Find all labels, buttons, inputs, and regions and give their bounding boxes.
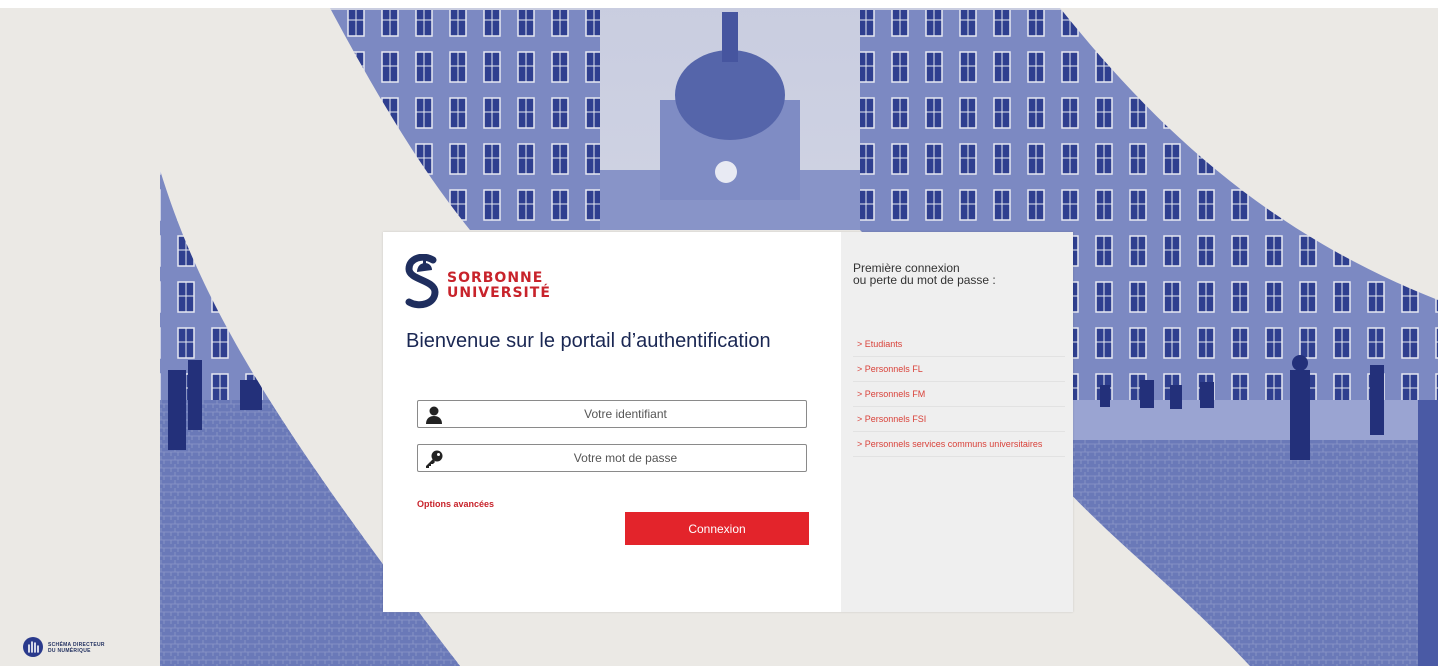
page-title: Bienvenue sur le portail d’authentificat… — [406, 330, 771, 352]
username-input[interactable] — [448, 401, 803, 427]
hand-circle-icon — [23, 637, 43, 657]
brand-name: SORBONNE UNIVERSITÉ — [447, 271, 551, 301]
login-form-panel: SORBONNE UNIVERSITÉ Bienvenue sur le por… — [383, 232, 841, 612]
sorbonne-s-icon — [405, 254, 439, 309]
link-personnels-services-communs[interactable]: > Personnels services communs universita… — [853, 432, 1065, 457]
username-field[interactable] — [417, 400, 807, 428]
link-etudiants[interactable]: > Etudiants — [853, 332, 1065, 357]
login-card: SORBONNE UNIVERSITÉ Bienvenue sur le por… — [383, 232, 1073, 612]
schema-directeur-line2: DU NUMÉRIQUE — [48, 648, 91, 654]
password-field[interactable] — [417, 444, 807, 472]
first-login-title: Première connexion ou perte du mot de pa… — [853, 262, 1063, 286]
connexion-button[interactable]: Connexion — [625, 512, 809, 545]
brand-line2: UNIVERSITÉ — [447, 285, 551, 301]
schema-directeur-text: SCHÉMA DIRECTEUR DU NUMÉRIQUE — [48, 642, 105, 654]
first-login-links: > Etudiants > Personnels FL > Personnels… — [853, 332, 1065, 457]
first-login-panel: Première connexion ou perte du mot de pa… — [841, 232, 1073, 612]
link-personnels-fsi[interactable]: > Personnels FSI — [853, 407, 1065, 432]
first-login-title-line2: ou perte du mot de passe : — [853, 273, 996, 287]
password-input[interactable] — [448, 445, 803, 471]
sorbonne-logo: SORBONNE UNIVERSITÉ — [405, 254, 605, 314]
brand-line1: SORBONNE — [447, 270, 544, 286]
user-icon — [426, 406, 442, 424]
link-personnels-fm[interactable]: > Personnels FM — [853, 382, 1065, 407]
key-icon — [426, 450, 443, 468]
schema-directeur-logo: SCHÉMA DIRECTEUR DU NUMÉRIQUE — [22, 636, 132, 660]
link-personnels-fl[interactable]: > Personnels FL — [853, 357, 1065, 382]
login-page: SORBONNE UNIVERSITÉ Bienvenue sur le por… — [0, 0, 1438, 666]
advanced-options-link[interactable]: Options avancées — [417, 499, 494, 509]
